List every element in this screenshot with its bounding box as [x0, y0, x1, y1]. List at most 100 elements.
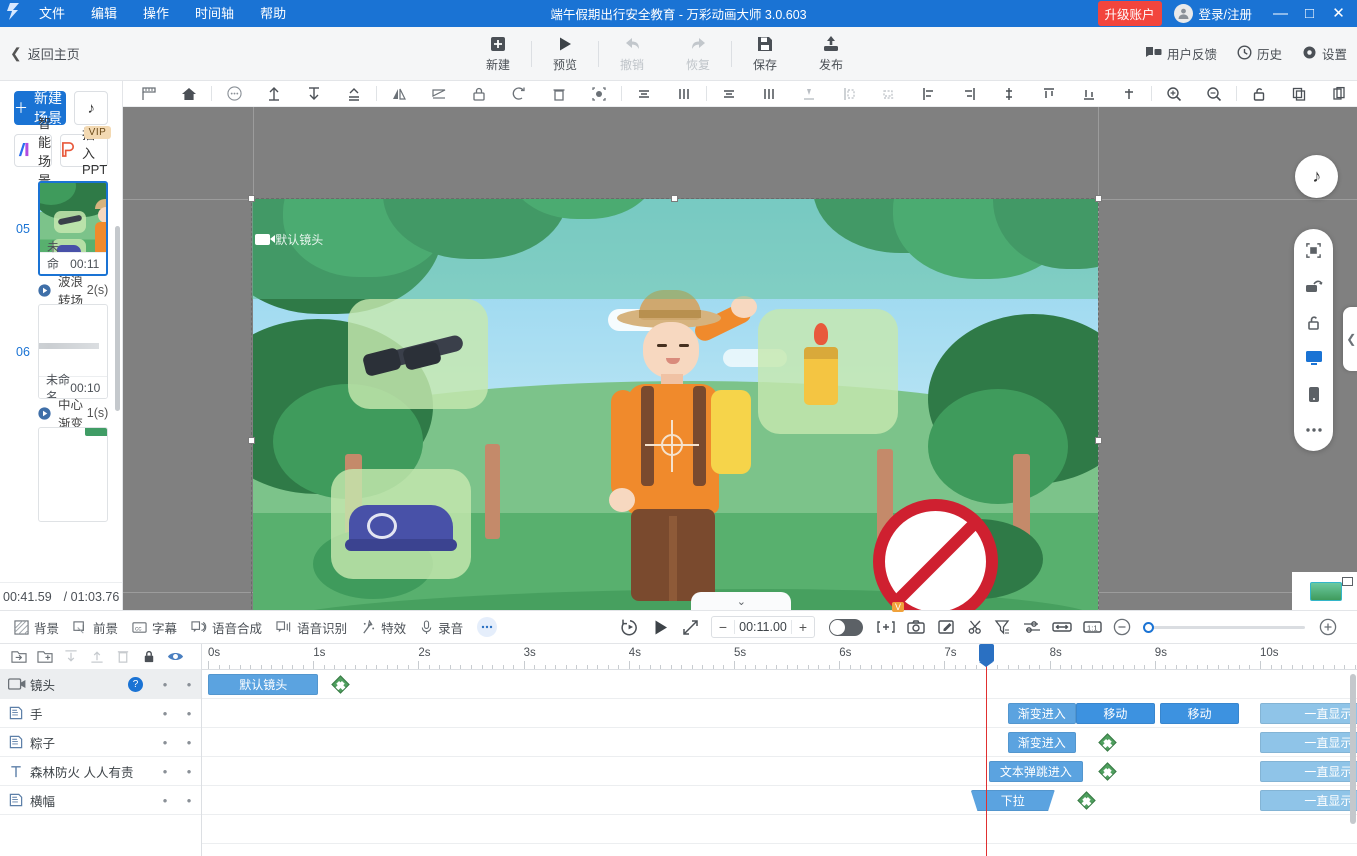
space-even-icon[interactable]: [1109, 82, 1149, 106]
track-row[interactable]: 下拉 一直显示: [202, 786, 1357, 815]
track-row[interactable]: 渐变进入 一直显示: [202, 728, 1357, 757]
scene-thumbnail[interactable]: [38, 427, 109, 522]
menu-file[interactable]: 文件: [26, 0, 78, 27]
timeline-clip[interactable]: 移动: [1160, 703, 1239, 724]
keyframe-marker[interactable]: [1098, 762, 1118, 781]
zoom-in-icon[interactable]: [1154, 82, 1194, 106]
import-layer-icon[interactable]: [6, 645, 32, 669]
layer-lock-toggle[interactable]: •: [153, 764, 177, 779]
layer-row-hand[interactable]: 手 • •: [0, 699, 201, 728]
preview-button[interactable]: 预览: [532, 27, 598, 81]
group-icon[interactable]: [749, 82, 789, 106]
effects-button[interactable]: 特效: [361, 618, 406, 637]
timeline-clip[interactable]: 文本弹跳进入: [988, 761, 1084, 782]
more-circle-icon[interactable]: [214, 82, 254, 106]
timeline-clip[interactable]: 下拉: [970, 790, 1055, 811]
layer-visibility-toggle[interactable]: •: [177, 764, 201, 779]
timeline-clip[interactable]: 默认镜头: [208, 674, 319, 695]
settings-slider-icon[interactable]: [1017, 612, 1047, 642]
subtitle-button[interactable]: cc 字幕: [132, 618, 177, 637]
tts-button[interactable]: 语音合成: [191, 618, 262, 637]
scene-list-item[interactable]: 05 未命 00:11: [0, 181, 122, 276]
back-to-home-button[interactable]: ❮ 返回主页: [0, 44, 80, 63]
camera-label[interactable]: 默认镜头: [255, 231, 323, 248]
playhead-handle[interactable]: [979, 644, 995, 667]
track-row[interactable]: 渐变进入 移动 移动 一直显示: [202, 699, 1357, 728]
scene-list-item[interactable]: 06 未命名 00:10: [0, 304, 122, 399]
mobile-icon[interactable]: [1303, 384, 1325, 404]
layer-visibility-toggle[interactable]: •: [177, 677, 201, 692]
timeline-clip[interactable]: 一直显示: [1260, 703, 1357, 724]
bring-to-front-icon[interactable]: [254, 82, 294, 106]
ungroup-icon[interactable]: [789, 82, 829, 106]
zoom-slider[interactable]: [1143, 621, 1305, 633]
align-bottom-icon[interactable]: [989, 82, 1029, 106]
flip-vertical-icon[interactable]: [419, 82, 459, 106]
timeline-clip[interactable]: 渐变进入: [1007, 703, 1076, 724]
menu-help[interactable]: 帮助: [247, 0, 299, 27]
layer-row-text[interactable]: 森林防火 人人有责 • •: [0, 757, 201, 786]
smart-scene-button[interactable]: 智能场景: [14, 116, 53, 188]
save-button[interactable]: 保存: [732, 27, 798, 81]
item-card-shoe[interactable]: [331, 469, 472, 579]
help-icon[interactable]: ?: [128, 676, 143, 692]
distribute-v-icon[interactable]: [1029, 82, 1069, 106]
keyframe-marker[interactable]: [1077, 791, 1097, 810]
zoom-out-icon[interactable]: [1194, 82, 1234, 106]
asr-button[interactable]: 语音识别: [276, 618, 347, 637]
align-horizontal-center-icon[interactable]: [624, 82, 664, 106]
replay-icon[interactable]: [615, 612, 645, 642]
more-dots-icon[interactable]: [1303, 420, 1325, 440]
time-value[interactable]: 00:11.00: [734, 620, 792, 634]
timeline-clip[interactable]: 移动: [1075, 703, 1155, 724]
lock-icon[interactable]: [459, 82, 499, 106]
delete-icon[interactable]: [110, 645, 136, 669]
move-up-icon[interactable]: [84, 645, 110, 669]
upgrade-account-button[interactable]: 升级账户: [1097, 1, 1162, 26]
new-folder-icon[interactable]: [32, 645, 58, 669]
maximize-button[interactable]: □: [1295, 0, 1324, 27]
track-row[interactable]: 文本弹跳进入 一直显示: [202, 757, 1357, 786]
play-circle-icon[interactable]: [38, 283, 51, 297]
layer-lock-toggle[interactable]: •: [153, 793, 177, 808]
layer-lock-toggle[interactable]: •: [153, 677, 177, 692]
undo-button[interactable]: 撤销: [599, 27, 665, 81]
right-panel-collapse-button[interactable]: ❮: [1343, 307, 1357, 371]
more-dots-icon[interactable]: [477, 617, 498, 637]
time-stepper[interactable]: − 00:11.00 +: [711, 616, 815, 638]
keyframe-marker[interactable]: [330, 675, 350, 694]
close-button[interactable]: ✕: [1324, 0, 1353, 27]
item-card-sunglasses[interactable]: [348, 299, 489, 409]
camera-snapshot-icon[interactable]: [901, 612, 931, 642]
reset-icon[interactable]: [499, 82, 539, 106]
track-row[interactable]: 默认镜头: [202, 670, 1357, 699]
play-button[interactable]: [645, 612, 675, 642]
insert-ppt-button[interactable]: 插入PPT VIP: [60, 126, 112, 177]
time-decrease-button[interactable]: −: [712, 619, 734, 635]
desktop-icon[interactable]: [1303, 348, 1325, 368]
scene-list-scrollbar[interactable]: [115, 226, 121, 411]
user-feedback-button[interactable]: 用户反馈: [1145, 44, 1217, 63]
home-icon[interactable]: [169, 82, 209, 106]
stage-music-button[interactable]: ♪: [1295, 155, 1339, 198]
timeline-clip[interactable]: 一直显示: [1260, 732, 1357, 753]
copy-icon[interactable]: [1279, 82, 1319, 106]
distribute-h-icon[interactable]: [909, 82, 949, 106]
lock-icon[interactable]: [136, 645, 162, 669]
redo-button[interactable]: 恢复: [665, 27, 731, 81]
unlock-icon[interactable]: [1303, 312, 1325, 332]
login-register-button[interactable]: 登录/注册: [1173, 4, 1252, 23]
align-right-icon[interactable]: [869, 82, 909, 106]
loop-toggle[interactable]: [829, 618, 863, 636]
align-middle-icon[interactable]: [709, 82, 749, 106]
fit-frame-icon[interactable]: [1303, 240, 1325, 260]
layer-row-zongzi[interactable]: 粽子 • •: [0, 728, 201, 757]
filter-icon[interactable]: [987, 612, 1017, 642]
settings-button[interactable]: 设置: [1302, 44, 1347, 63]
scene-transition-item[interactable]: 波浪转场 2(s): [0, 275, 122, 308]
unlock-icon[interactable]: [1239, 82, 1279, 106]
ruler-icon[interactable]: [129, 82, 169, 106]
layer-visibility-toggle[interactable]: •: [177, 793, 201, 808]
scene-transition-item[interactable]: 中心渐变 1(s): [0, 398, 122, 431]
layer-row-camera[interactable]: 镜头 ? • •: [0, 670, 201, 699]
